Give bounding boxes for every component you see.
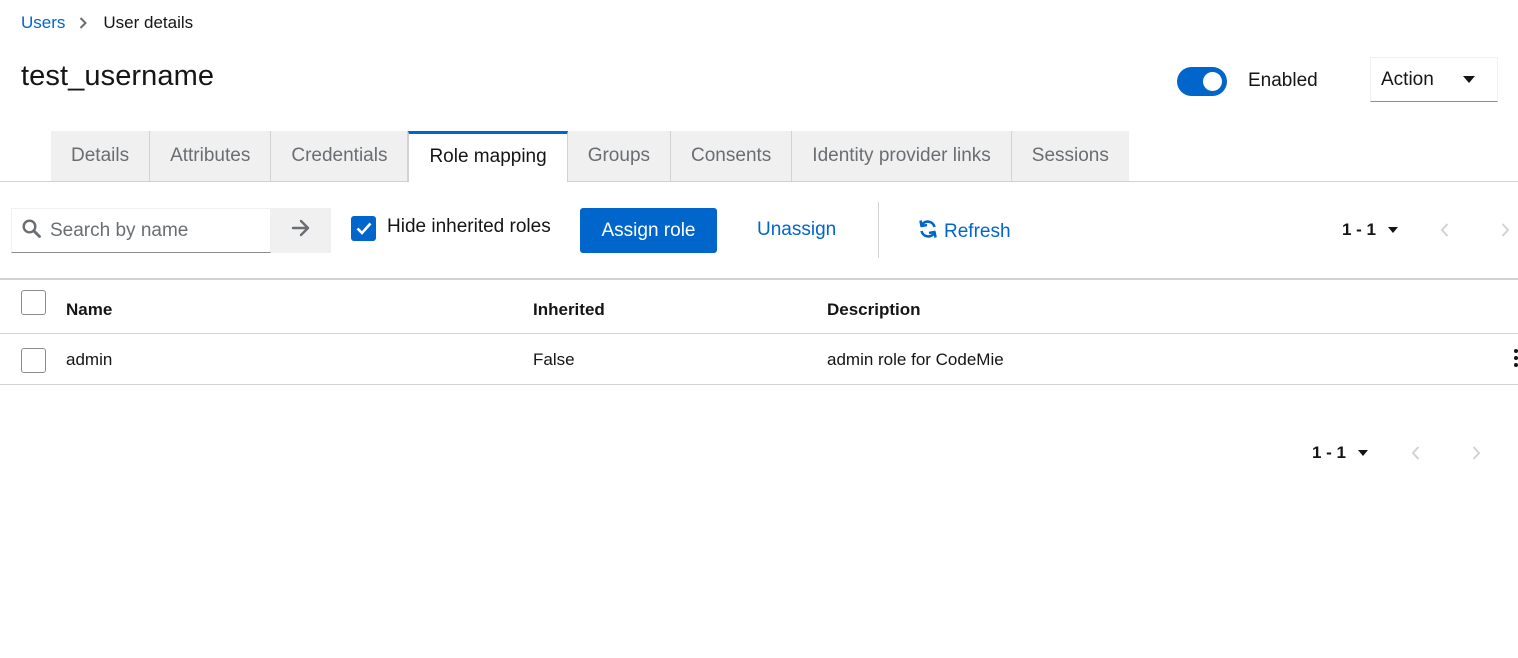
action-dropdown[interactable]: Action (1370, 57, 1498, 102)
pagination-bottom-range: 1 - 1 (1312, 443, 1347, 462)
angle-right-icon (1472, 446, 1481, 460)
caret-down-icon (1388, 227, 1399, 233)
assign-role-button[interactable]: Assign role (580, 208, 717, 253)
refresh-label: Refresh (944, 221, 1011, 242)
select-all-checkbox[interactable] (21, 290, 46, 315)
refresh-button[interactable]: Refresh (918, 219, 1011, 245)
enabled-label: Enabled (1248, 70, 1318, 91)
pagination-bottom-toggle[interactable]: 1 - 1 (1312, 443, 1369, 463)
tab-role-mapping[interactable]: Role mapping (408, 131, 568, 182)
table-top-border (0, 278, 1518, 280)
tab-groups[interactable]: Groups (567, 131, 672, 182)
tab-attributes[interactable]: Attributes (150, 131, 272, 182)
table-row-border (0, 384, 1518, 385)
tab-consents[interactable]: Consents (671, 131, 793, 182)
toolbar-divider (878, 202, 879, 258)
row-inherited: False (533, 350, 575, 369)
tab-identity-provider-links[interactable]: Identity provider links (792, 131, 1012, 182)
arrow-right-icon (291, 219, 311, 242)
pagination-top-next-button[interactable] (1500, 222, 1510, 238)
column-header-inherited: Inherited (533, 300, 605, 319)
action-dropdown-label: Action (1381, 68, 1434, 90)
pagination-top: 1 - 1 (1342, 220, 1510, 240)
checkbox-checked[interactable] (351, 216, 376, 241)
hide-inherited-roles-checkbox[interactable]: Hide inherited roles (351, 216, 551, 241)
pagination-bottom-next-button[interactable] (1471, 445, 1481, 461)
search-box (11, 208, 271, 253)
breadcrumb: Users User details (21, 12, 193, 34)
unassign-button[interactable]: Unassign (757, 219, 836, 241)
toggle-knob (1203, 72, 1222, 91)
tab-sessions[interactable]: Sessions (1011, 131, 1129, 182)
chevron-right-icon (79, 17, 88, 29)
breadcrumb-current: User details (103, 13, 194, 32)
breadcrumb-users-link[interactable]: Users (21, 13, 65, 33)
pagination-top-prev-button[interactable] (1440, 222, 1450, 238)
search-submit-button[interactable] (271, 208, 331, 253)
angle-left-icon (1440, 223, 1449, 237)
tabs: Details Attributes Credentials Role mapp… (51, 131, 1129, 182)
search-icon (22, 218, 41, 243)
row-description: admin role for CodeMie (827, 350, 1004, 369)
column-header-name[interactable]: Name (66, 300, 112, 320)
row-name: admin (66, 350, 113, 369)
angle-right-icon (1501, 223, 1510, 237)
pagination-top-range: 1 - 1 (1342, 220, 1377, 239)
kebab-icon[interactable] (1512, 348, 1518, 370)
pagination-bottom-prev-button[interactable] (1411, 445, 1421, 461)
pagination-top-toggle[interactable]: 1 - 1 (1342, 220, 1399, 240)
angle-left-icon (1411, 446, 1420, 460)
hide-inherited-roles-label: Hide inherited roles (387, 216, 551, 237)
table-header-border (0, 333, 1518, 334)
tab-credentials[interactable]: Credentials (271, 131, 409, 182)
caret-down-icon (1358, 450, 1369, 456)
tab-details[interactable]: Details (51, 131, 151, 182)
caret-down-icon (1463, 76, 1475, 83)
sync-icon (918, 219, 944, 245)
search-input[interactable] (50, 219, 260, 242)
row-select-checkbox[interactable] (21, 348, 46, 373)
column-header-description: Description (827, 300, 921, 319)
enabled-toggle[interactable] (1177, 67, 1227, 96)
pagination-bottom: 1 - 1 (1312, 443, 1481, 463)
page-title: test_username (21, 60, 215, 92)
